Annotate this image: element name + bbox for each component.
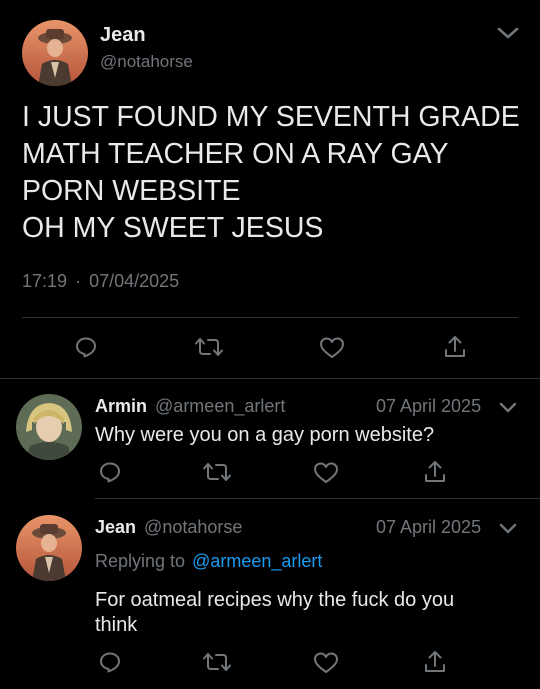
chevron-down-icon[interactable] (498, 521, 518, 537)
divider (0, 378, 540, 379)
chevron-down-icon[interactable] (498, 400, 518, 416)
tweet-time: 17:19 (22, 271, 68, 291)
author-handle[interactable]: @notahorse (144, 517, 242, 537)
avatar[interactable] (16, 394, 82, 460)
author-name[interactable]: Armin (95, 396, 147, 416)
tweet-text-line: I JUST FOUND MY SEVENTH GRADE (22, 101, 520, 133)
retweet-icon[interactable] (203, 650, 231, 674)
author-name[interactable]: Jean (100, 24, 146, 47)
tweet-text-line: OH MY SWEET JESUS (22, 212, 324, 244)
reply-text-line: think (95, 614, 138, 636)
replying-to: Replying to @armeen_arlert (95, 551, 322, 572)
share-icon[interactable] (423, 649, 447, 675)
heart-icon[interactable] (313, 651, 339, 675)
reply-date: 07 April 2025 (376, 517, 482, 537)
divider (22, 317, 518, 318)
reply-text: Why were you on a gay porn website? (95, 424, 435, 446)
replying-to-label: Replying to (95, 551, 186, 571)
reply-icon[interactable] (98, 650, 122, 674)
heart-icon[interactable] (313, 461, 339, 485)
author-name[interactable]: Jean (95, 517, 136, 537)
author-handle[interactable]: @armeen_arlert (155, 396, 285, 416)
heart-icon[interactable] (319, 336, 345, 360)
reply-icon[interactable] (98, 460, 122, 484)
reply-text-line: For oatmeal recipes why the fuck do you (95, 589, 455, 611)
retweet-icon[interactable] (203, 460, 231, 484)
avatar[interactable] (22, 20, 88, 86)
chevron-down-icon[interactable] (496, 24, 520, 42)
share-icon[interactable] (443, 334, 467, 360)
share-icon[interactable] (423, 459, 447, 485)
reply-icon[interactable] (74, 335, 98, 359)
tweet-text-line: PORN WEBSITE (22, 175, 241, 207)
divider (95, 498, 540, 499)
replying-to-handle[interactable]: @armeen_arlert (192, 551, 322, 571)
author-handle[interactable]: @notahorse (100, 52, 193, 72)
tweet-text-line: MATH TEACHER ON A RAY GAY (22, 138, 449, 170)
tweet-timestamp[interactable]: 17:19 · 07/04/2025 (22, 271, 179, 292)
reply-text: For oatmeal recipes why the fuck do you … (95, 588, 454, 638)
tweet-date: 07/04/2025 (89, 271, 180, 291)
retweet-icon[interactable] (195, 335, 223, 359)
tweet-text: I JUST FOUND MY SEVENTH GRADE MATH TEACH… (22, 99, 520, 247)
reply-header: Jean @notahorse (95, 517, 242, 538)
reply-date: 07 April 2025 (376, 396, 482, 416)
avatar[interactable] (16, 515, 82, 581)
separator-dot: · (75, 271, 82, 291)
reply-header: Armin @armeen_arlert (95, 396, 285, 417)
